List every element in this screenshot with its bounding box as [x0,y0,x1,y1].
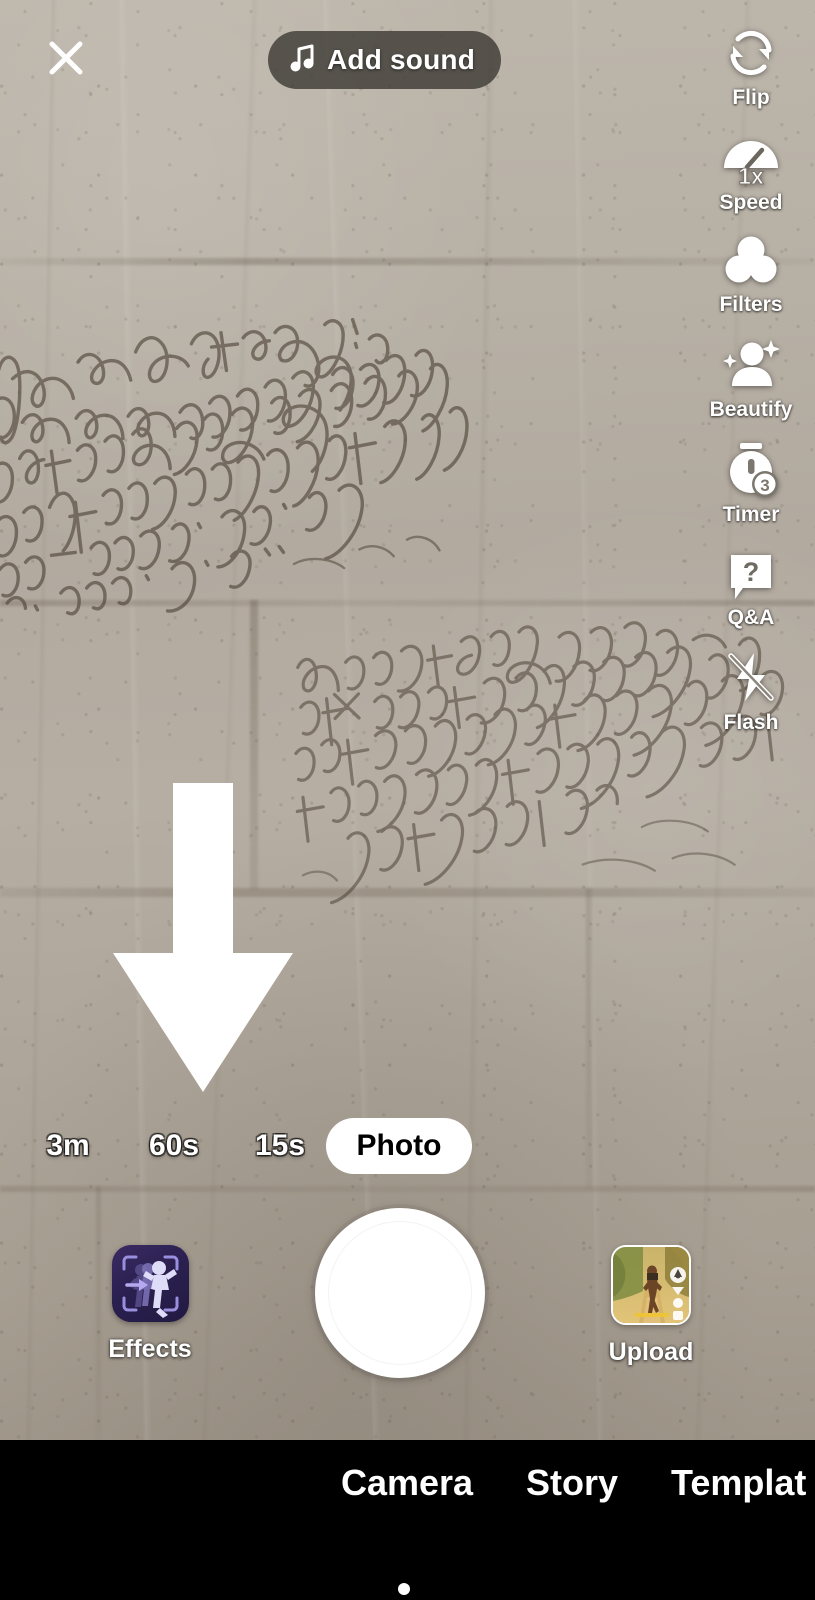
tool-rail: Flip 1x Speed Filters Beautify 3 Timer ?… [687,22,815,752]
svg-text:?: ? [743,557,760,587]
upload-button[interactable]: Upload [571,1245,731,1367]
mode-option-3m[interactable]: 3m [30,1118,106,1174]
upload-thumbnail [611,1245,691,1325]
svg-text:1x: 1x [738,163,764,188]
flip-camera-icon [720,22,782,84]
tool-label: Flash [723,711,779,734]
tool-beautify[interactable]: Beautify [687,334,815,422]
stopwatch-icon: 3 [720,439,782,501]
mode-option-15s[interactable]: 15s [240,1118,320,1174]
effects-dancer-tile [111,1245,189,1322]
tool-label: Filters [719,293,783,316]
mode-option-60s[interactable]: 60s [130,1118,218,1174]
svg-text:3: 3 [760,476,769,495]
beautify-sparkle-person-icon [719,334,783,396]
tool-timer[interactable]: 3 Timer [687,439,815,527]
tool-label: Beautify [709,398,793,421]
music-note-icon [290,43,316,78]
bottom-navigation: Camera Story Templat [0,1440,815,1600]
shutter-button[interactable] [315,1208,485,1378]
tool-label: Q&A [727,606,775,629]
wall-seam [0,1186,815,1192]
tool-label: Speed [719,191,783,214]
close-icon [49,41,83,75]
tool-speed[interactable]: 1x Speed [687,127,815,215]
effects-button[interactable]: Effects [70,1245,230,1364]
wall-seam [0,888,815,897]
nav-item-story[interactable]: Story [526,1462,618,1504]
effects-label: Effects [108,1335,192,1363]
tool-qa[interactable]: ? Q&A [687,544,815,630]
speedometer-icon: 1x [718,127,784,189]
question-bubble-icon: ? [723,544,779,606]
tool-flip[interactable]: Flip [687,22,815,110]
tool-label: Timer [722,503,780,526]
mode-selector: 3m 60s 15s Photo [0,1118,815,1174]
wall-seam [250,600,258,890]
tool-flash[interactable]: Flash [687,647,815,735]
close-button[interactable] [42,34,90,82]
flash-off-icon [722,647,780,709]
tool-label: Flip [732,86,770,109]
add-sound-button[interactable]: Add sound [268,31,501,89]
add-sound-label: Add sound [327,44,475,75]
nav-active-indicator [398,1583,410,1595]
tool-filters[interactable]: Filters [687,229,815,317]
mode-option-photo[interactable]: Photo [326,1118,472,1174]
camera-screen: Add sound Flip 1x Speed Filters Beautify… [0,0,815,1600]
nav-item-camera[interactable]: Camera [341,1462,473,1504]
upload-label: Upload [608,1338,694,1366]
filters-circles-icon [721,229,781,291]
nav-item-templates[interactable]: Templat [671,1462,806,1504]
